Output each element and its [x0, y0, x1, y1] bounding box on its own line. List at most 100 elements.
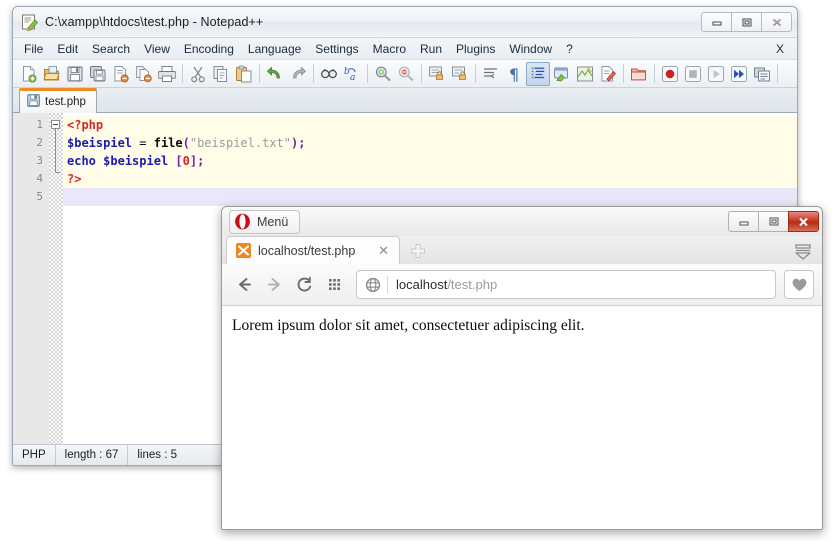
menu-item-run[interactable]: Run [413, 40, 449, 58]
saved-file-icon [27, 94, 40, 110]
notepad-tabbar: test.php [13, 88, 797, 113]
macro-play-icon[interactable] [705, 63, 727, 85]
opera-tab-title: localhost/test.php [258, 243, 356, 258]
close-file-icon[interactable] [110, 63, 132, 85]
notepad-maximize-button[interactable] [731, 12, 762, 32]
menu-stack-icon[interactable] [792, 242, 814, 267]
browser-page-content: Lorem ipsum dolor sit amet, consectetuer… [222, 306, 822, 529]
menu-item-plugins[interactable]: Plugins [449, 40, 502, 58]
grid-icon[interactable] [320, 271, 348, 299]
notepad-minimize-button[interactable] [701, 12, 732, 32]
close-icon[interactable]: ✕ [376, 243, 391, 259]
arrow-right-icon[interactable] [260, 271, 288, 299]
address-bar[interactable]: localhost/test.php [356, 270, 776, 299]
print-icon[interactable] [156, 63, 178, 85]
line-number: 4 [36, 172, 43, 185]
opera-browser-window: Menü localhost/test.php ✕ localhost/test… [221, 206, 823, 530]
folder-as-workspace-icon[interactable] [628, 63, 650, 85]
line-number: 5 [36, 190, 43, 203]
notepad-tab-test-php[interactable]: test.php [19, 88, 97, 113]
opera-logo-icon [234, 213, 251, 230]
menu-item-view[interactable]: View [137, 40, 177, 58]
show-all-chars-icon[interactable]: ¶ [503, 63, 525, 85]
toolbar-separator [654, 64, 655, 83]
screenshot-stage: C:\xampp\htdocs\test.php - Notepad++ Fil… [0, 0, 839, 541]
indent-guide-icon[interactable] [526, 61, 550, 86]
opera-maximize-button[interactable] [758, 211, 789, 232]
globe-icon[interactable] [361, 273, 385, 297]
toolbar-separator [421, 64, 422, 83]
page-paragraph: Lorem ipsum dolor sit amet, consectetuer… [232, 317, 585, 334]
toolbar-separator [259, 64, 260, 83]
menu-item-file[interactable]: File [17, 40, 50, 58]
macro-record-icon[interactable] [659, 63, 681, 85]
user-defined-language-icon[interactable] [551, 63, 573, 85]
status-length: length : 67 [56, 445, 129, 465]
code-line-3: echo $beispiel [0]; [63, 152, 797, 170]
notepad-menubar: File Edit Search View Encoding Language … [13, 38, 797, 60]
notepad-plus-plus-icon [21, 14, 39, 31]
code-token: $beispiel [67, 136, 133, 150]
close-all-icon[interactable] [133, 63, 155, 85]
word-wrap-icon[interactable] [480, 63, 502, 85]
code-folding-gutter[interactable] [49, 113, 63, 444]
save-all-icon[interactable] [87, 63, 109, 85]
code-token: $beispiel [103, 154, 169, 168]
document-map-icon[interactable] [574, 63, 596, 85]
code-line-5 [63, 188, 797, 206]
opera-close-button[interactable] [788, 211, 819, 232]
sync-horizontal-scroll-icon[interactable] [449, 63, 471, 85]
macro-save-icon[interactable] [751, 63, 773, 85]
opera-titlebar[interactable]: Menü [222, 207, 822, 236]
menu-item-encoding[interactable]: Encoding [177, 40, 241, 58]
zoom-out-icon[interactable] [395, 63, 417, 85]
menu-item-edit[interactable]: Edit [50, 40, 85, 58]
paste-icon[interactable] [233, 63, 255, 85]
redo-icon[interactable] [287, 63, 309, 85]
replace-icon[interactable]: b a [341, 63, 363, 85]
heart-icon[interactable] [784, 270, 814, 299]
find-icon[interactable] [318, 63, 340, 85]
toolbar-separator [623, 64, 624, 83]
toolbar-separator [182, 64, 183, 83]
copy-icon[interactable] [210, 63, 232, 85]
menu-item-settings[interactable]: Settings [308, 40, 365, 58]
opera-menu-button[interactable]: Menü [229, 209, 301, 234]
code-token: <?php [67, 118, 104, 132]
fold-range-end [55, 172, 60, 173]
code-token: = [132, 136, 154, 150]
line-number: 3 [36, 154, 43, 167]
opera-tab-localhost[interactable]: localhost/test.php ✕ [226, 236, 400, 264]
code-token: [ [175, 154, 183, 168]
notepad-titlebar[interactable]: C:\xampp\htdocs\test.php - Notepad++ [13, 7, 797, 38]
menu-item-help[interactable]: ? [559, 40, 580, 58]
save-icon[interactable] [64, 63, 86, 85]
zoom-in-icon[interactable] [372, 63, 394, 85]
macro-play-multiple-icon[interactable] [728, 63, 750, 85]
notepad-close-button[interactable] [761, 12, 792, 32]
reload-icon[interactable] [290, 271, 318, 299]
cut-icon[interactable] [187, 63, 209, 85]
undo-icon[interactable] [264, 63, 286, 85]
function-list-icon[interactable] [597, 63, 619, 85]
fold-collapse-icon[interactable] [51, 120, 60, 129]
address-text: localhost/test.php [396, 277, 497, 292]
menu-item-window[interactable]: Window [502, 40, 559, 58]
menu-item-language[interactable]: Language [241, 40, 308, 58]
line-number: 2 [36, 136, 43, 149]
sync-vertical-scroll-icon[interactable] [426, 63, 448, 85]
code-line-2: $beispiel = file("beispiel.txt"); [63, 134, 797, 152]
code-line-1: <?php [63, 116, 797, 134]
close-document-button[interactable]: X [770, 40, 793, 58]
fold-range-line [55, 129, 56, 173]
new-file-icon[interactable] [18, 63, 40, 85]
menu-item-search[interactable]: Search [85, 40, 137, 58]
macro-stop-icon[interactable] [682, 63, 704, 85]
address-host: localhost [396, 277, 448, 292]
plus-icon[interactable] [405, 238, 431, 264]
arrow-left-icon[interactable] [230, 271, 258, 299]
menu-item-macro[interactable]: Macro [366, 40, 413, 58]
open-file-icon[interactable] [41, 63, 63, 85]
opera-minimize-button[interactable] [728, 211, 759, 232]
opera-tabstrip: localhost/test.php ✕ [222, 236, 822, 264]
